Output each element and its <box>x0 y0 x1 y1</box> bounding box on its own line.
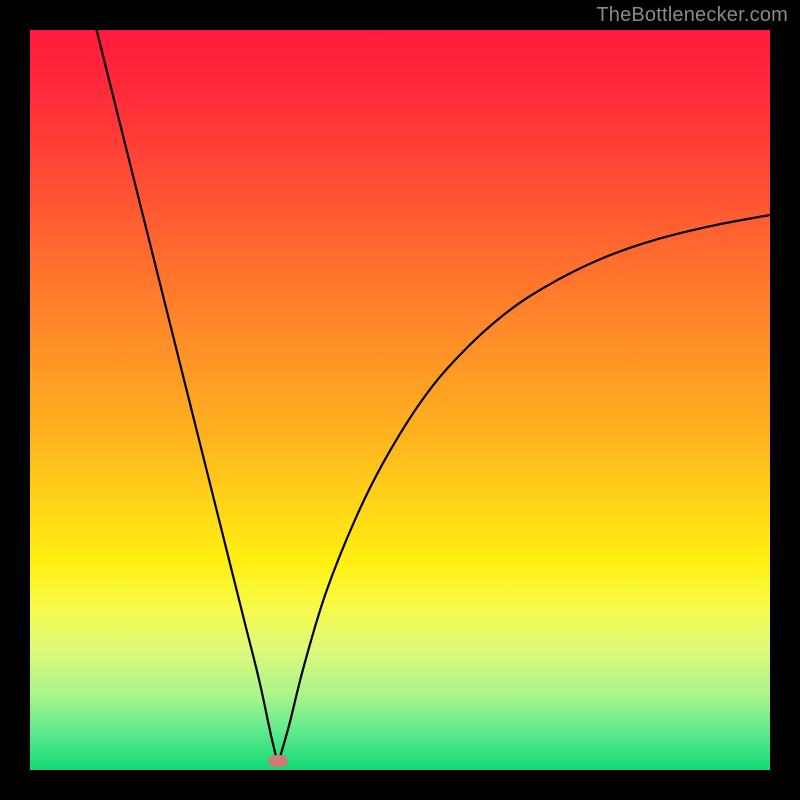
curve-right-branch <box>278 215 770 764</box>
chart-stage: TheBottlenecker.com <box>0 0 800 800</box>
minimum-marker <box>268 755 288 767</box>
plot-area <box>30 30 770 770</box>
curve-left-branch <box>97 30 278 764</box>
watermark-text: TheBottlenecker.com <box>596 4 788 27</box>
curve-svg <box>30 30 770 770</box>
